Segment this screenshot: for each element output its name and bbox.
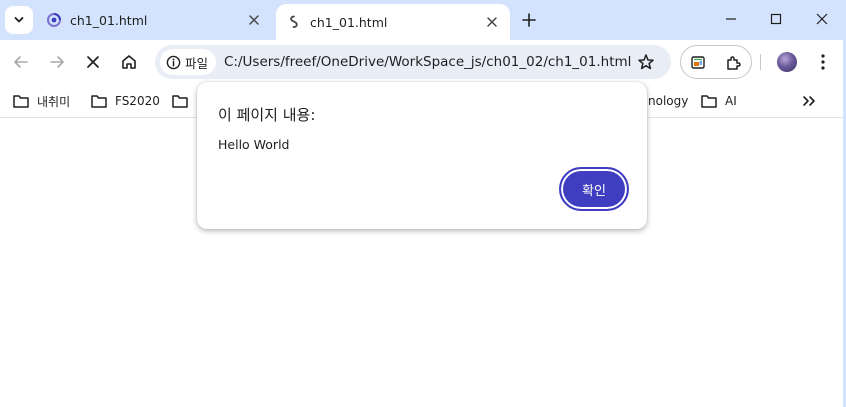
plus-icon[interactable] xyxy=(518,9,540,31)
arrow-right-icon[interactable] xyxy=(47,52,67,72)
star-icon[interactable] xyxy=(637,53,655,71)
folder-icon xyxy=(701,95,717,108)
site-info-label: 파일 xyxy=(185,55,209,71)
bookmark-folder[interactable] xyxy=(171,92,196,110)
tab-search-button[interactable] xyxy=(5,6,33,34)
tab-inactive[interactable]: ch1_01.html xyxy=(36,4,272,36)
extensions-group xyxy=(680,45,752,79)
toolbar: 파일 C:/Users/freef/OneDrive/WorkSpace_js/… xyxy=(0,40,846,84)
bookmark-folder[interactable]: FS2020 xyxy=(90,92,160,110)
info-icon xyxy=(166,55,181,69)
tab-title: ch1_01.html xyxy=(310,15,388,30)
arrow-left-icon[interactable] xyxy=(11,52,31,72)
tab-strip: ch1_01.html ch1_01.html xyxy=(0,0,846,40)
puzzle-icon[interactable] xyxy=(725,54,743,72)
bookmark-label: 내취미 xyxy=(37,94,71,109)
folder-icon xyxy=(91,95,107,108)
avatar[interactable] xyxy=(777,52,797,72)
close-icon[interactable] xyxy=(83,52,103,72)
home-icon[interactable] xyxy=(119,52,139,72)
double-chevron-right-icon[interactable] xyxy=(800,92,818,110)
minimize-icon[interactable] xyxy=(720,8,742,30)
folder-icon xyxy=(172,95,188,108)
reading-mode-icon[interactable] xyxy=(689,54,707,72)
alert-dialog: 이 페이지 내용: Hello World 확인 xyxy=(197,82,647,229)
tab-title: ch1_01.html xyxy=(70,13,148,28)
more-vertical-icon[interactable] xyxy=(814,52,832,72)
chevron-down-icon xyxy=(14,17,24,23)
folder-icon xyxy=(13,95,29,108)
bookmark-folder[interactable]: nology xyxy=(648,92,688,110)
url-text[interactable]: C:/Users/freef/OneDrive/WorkSpace_js/ch0… xyxy=(224,54,631,70)
tab-active[interactable]: ch1_01.html xyxy=(276,4,510,40)
close-window-icon[interactable] xyxy=(811,8,833,30)
close-tab-icon[interactable] xyxy=(484,14,500,30)
dialog-message: Hello World xyxy=(218,137,290,152)
bookmark-label: AI xyxy=(725,94,737,108)
close-tab-icon[interactable] xyxy=(246,12,262,28)
site-info-chip[interactable]: 파일 xyxy=(160,49,217,75)
page-favicon-icon xyxy=(290,15,298,28)
dialog-title: 이 페이지 내용: xyxy=(218,106,316,124)
ok-button[interactable]: 확인 xyxy=(559,167,629,211)
bookmark-label: nology xyxy=(648,94,689,108)
bookmark-folder[interactable]: AI xyxy=(700,92,737,110)
bookmark-folder[interactable]: 내취미 xyxy=(12,92,70,110)
loading-favicon-icon xyxy=(47,13,61,27)
maximize-icon[interactable] xyxy=(765,8,787,30)
bookmark-label: FS2020 xyxy=(115,94,160,108)
address-bar[interactable]: 파일 C:/Users/freef/OneDrive/WorkSpace_js/… xyxy=(155,45,671,79)
toolbar-divider xyxy=(760,54,761,70)
